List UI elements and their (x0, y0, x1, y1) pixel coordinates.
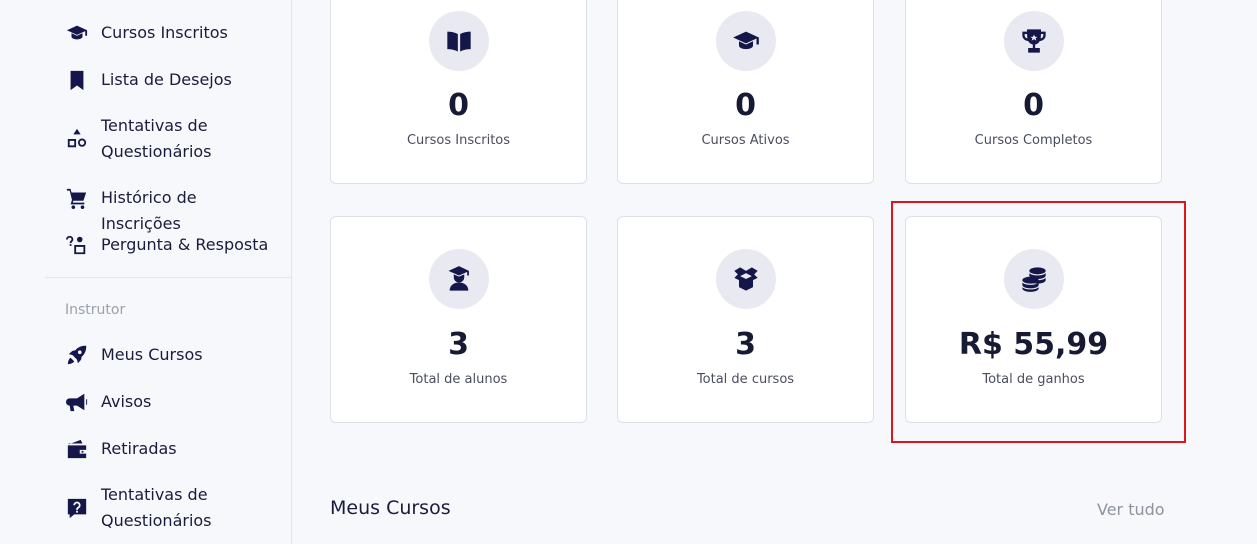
sidebar-item-label: Tentativas de Questionários (101, 485, 212, 530)
question-person-icon (65, 233, 89, 257)
stat-card-enrolled: 0 Cursos Inscritos (330, 0, 587, 184)
sidebar-item-enrolled-courses[interactable]: Cursos Inscritos (65, 20, 281, 46)
sidebar-item-label: Avisos (101, 392, 152, 411)
rocket-icon (65, 343, 89, 367)
stat-card-completed: 0 Cursos Completos (905, 0, 1162, 184)
stat-value: R$ 55,99 (958, 327, 1109, 362)
stat-value: 3 (448, 327, 469, 362)
stat-value: 0 (735, 88, 756, 123)
graduation-cap-icon (716, 11, 776, 71)
see-all-link[interactable]: Ver tudo (1097, 500, 1165, 519)
sidebar-item-label: Retiradas (101, 439, 177, 458)
graduation-cap-icon (65, 21, 89, 45)
sidebar-item-label: Histórico de Inscrições (101, 188, 197, 233)
stat-label: Cursos Completos (974, 133, 1093, 148)
stat-label: Total de ganhos (982, 372, 1085, 387)
stat-label: Total de cursos (696, 372, 795, 387)
box-icon (716, 249, 776, 309)
sidebar-item-my-courses[interactable]: Meus Cursos (65, 342, 281, 368)
stat-value: 3 (735, 327, 756, 362)
student-icon (429, 249, 489, 309)
stat-label: Total de alunos (409, 372, 508, 387)
megaphone-icon (65, 390, 89, 414)
bookmark-icon (65, 68, 89, 92)
sidebar-section-instructor: Instrutor (65, 302, 126, 318)
stat-value: 0 (1023, 88, 1044, 123)
sidebar-item-purchase-history[interactable]: Histórico de Inscrições (65, 185, 281, 237)
stat-card-active: 0 Cursos Ativos (617, 0, 874, 184)
stat-label: Cursos Ativos (701, 133, 790, 148)
sidebar-item-label: Pergunta & Resposta (101, 235, 269, 254)
question-box-icon (65, 496, 89, 520)
book-icon (429, 11, 489, 71)
sidebar-item-withdrawals[interactable]: Retiradas (65, 436, 281, 462)
coins-icon (1004, 249, 1064, 309)
sidebar-item-instructor-quiz-attempts[interactable]: Tentativas de Questionários (65, 482, 281, 534)
sidebar-item-label: Meus Cursos (101, 345, 203, 364)
stat-card-earnings: R$ 55,99 Total de ganhos (905, 216, 1162, 423)
sidebar-divider (45, 277, 291, 278)
wallet-icon (65, 437, 89, 461)
sidebar-item-wishlist[interactable]: Lista de Desejos (65, 67, 281, 93)
stat-card-students: 3 Total de alunos (330, 216, 587, 423)
shapes-icon (65, 127, 89, 151)
section-title: Meus Cursos (330, 497, 451, 519)
stat-value: 0 (448, 88, 469, 123)
sidebar-item-label: Lista de Desejos (101, 70, 232, 89)
sidebar-item-qa[interactable]: Pergunta & Resposta (65, 232, 281, 258)
sidebar-item-announcements[interactable]: Avisos (65, 389, 281, 415)
stat-card-courses: 3 Total de cursos (617, 216, 874, 423)
trophy-icon (1004, 11, 1064, 71)
sidebar-item-quiz-attempts[interactable]: Tentativas de Questionários (65, 113, 281, 165)
sidebar: Cursos Inscritos Lista de Desejos Tentat… (0, 0, 292, 544)
sidebar-item-label: Tentativas de Questionários (101, 116, 212, 161)
cart-icon (65, 186, 89, 210)
stat-label: Cursos Inscritos (406, 133, 511, 148)
sidebar-item-label: Cursos Inscritos (101, 23, 228, 42)
